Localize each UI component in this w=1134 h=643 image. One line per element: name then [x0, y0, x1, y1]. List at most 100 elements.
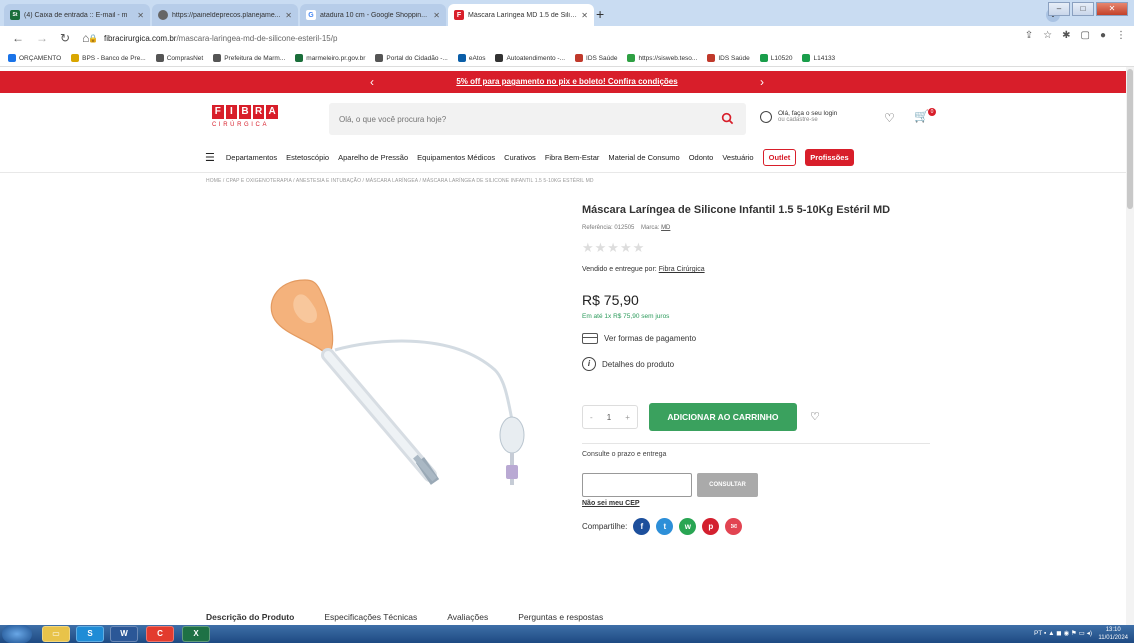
- promo-banner: ‹ 5% off para pagamento no pix e boleto!…: [0, 71, 1134, 93]
- pinterest-icon[interactable]: p: [702, 518, 720, 535]
- favorite-heart-icon[interactable]: ♡: [810, 410, 820, 423]
- bookmark-item[interactable]: marmeleiro.pr.gov.br: [295, 54, 365, 62]
- rating-stars[interactable]: ★★★★★: [582, 240, 645, 256]
- taskbar-explorer-icon[interactable]: ▭: [42, 626, 70, 642]
- wishlist-heart-icon[interactable]: ♡: [884, 111, 895, 125]
- taskbar-word-icon[interactable]: W: [110, 626, 138, 642]
- taskbar-app-s[interactable]: S: [76, 626, 104, 642]
- tab-perguntas[interactable]: Perguntas e respostas: [518, 612, 603, 622]
- close-icon[interactable]: ✕: [433, 11, 440, 20]
- nav-item-aparelho-pressao[interactable]: Aparelho de Pressão: [338, 153, 408, 162]
- product-image[interactable]: [250, 260, 540, 500]
- new-tab-button[interactable]: +: [596, 6, 604, 22]
- scrollbar-thumb[interactable]: [1127, 69, 1133, 209]
- bookmark-item[interactable]: L10520: [759, 54, 793, 62]
- close-icon[interactable]: ✕: [581, 11, 588, 20]
- promo-text[interactable]: 5% off para pagamento no pix e boleto! C…: [456, 77, 677, 86]
- qty-decrease-button[interactable]: -: [590, 413, 593, 422]
- close-icon[interactable]: ✕: [137, 11, 144, 20]
- tab-especificacoes[interactable]: Especificações Técnicas: [324, 612, 417, 622]
- system-tray[interactable]: PT ▪ ▲ ◼ ◉ ⚑ ▭ ◂): [1034, 629, 1092, 637]
- category-nav: ☰ Departamentos Estetoscópio Aparelho de…: [205, 148, 854, 166]
- bookmark-item[interactable]: https://sisweb.teso...: [627, 54, 697, 62]
- close-icon[interactable]: ✕: [285, 11, 292, 20]
- installment-info: Em até 1x R$ 75,90 sem juros: [582, 313, 670, 320]
- bookmark-star-icon[interactable]: ☆: [1043, 30, 1052, 41]
- twitter-icon[interactable]: t: [656, 518, 674, 535]
- bookmark-item[interactable]: IDS Saúde: [575, 54, 617, 62]
- promo-prev-arrow[interactable]: ‹: [370, 71, 374, 93]
- browser-tab-painel[interactable]: https://paineldeprecos.planejame... ✕: [152, 4, 298, 26]
- bookmark-icon: [627, 54, 636, 62]
- profissoes-button[interactable]: Profissões: [805, 148, 854, 166]
- nav-item-curativos[interactable]: Curativos: [504, 153, 536, 162]
- nav-item-material-consumo[interactable]: Material de Consumo: [608, 153, 679, 162]
- site-logo[interactable]: FIBRA CIRÚRGICA: [212, 105, 278, 128]
- taskbar-excel-icon[interactable]: X: [182, 626, 210, 642]
- promo-next-arrow[interactable]: ›: [760, 71, 764, 93]
- forward-icon[interactable]: →: [36, 31, 48, 45]
- whatsapp-icon[interactable]: w: [679, 518, 697, 535]
- bookmark-item[interactable]: Prefeitura de Marm...: [213, 54, 285, 62]
- url-bar[interactable]: 🔒 fibracirurgica.com.br/mascara-laringea…: [88, 30, 988, 47]
- reload-icon[interactable]: ↻: [60, 31, 70, 45]
- facebook-icon[interactable]: f: [633, 518, 651, 535]
- bookmark-icon: [213, 54, 222, 62]
- search-box: [329, 103, 746, 135]
- bookmark-icon: [295, 54, 304, 62]
- minimize-button[interactable]: –: [1048, 2, 1070, 16]
- qty-value[interactable]: 1: [607, 413, 611, 422]
- qty-increase-button[interactable]: +: [625, 413, 630, 422]
- search-icon[interactable]: [721, 112, 734, 125]
- bookmark-item[interactable]: ORÇAMENTO: [8, 54, 61, 62]
- bookmark-item[interactable]: BPS - Banco de Pre...: [71, 54, 146, 62]
- nav-item-estetoscopio[interactable]: Estetoscópio: [286, 153, 329, 162]
- extensions-icon[interactable]: ✱: [1062, 30, 1070, 41]
- tab-avaliacoes[interactable]: Avaliações: [447, 612, 488, 622]
- browser-tab-google[interactable]: G atadura 10 cm - Google Shoppin... ✕: [300, 4, 446, 26]
- outlet-button[interactable]: Outlet: [762, 148, 797, 166]
- nav-item-departamentos[interactable]: Departamentos: [226, 153, 277, 162]
- bookmark-item[interactable]: IDS Saúde: [707, 54, 750, 62]
- hamburger-menu-icon[interactable]: ☰: [205, 151, 215, 164]
- bookmark-label: L10520: [770, 54, 793, 62]
- page-scrollbar[interactable]: [1126, 67, 1134, 627]
- taskbar-chrome-icon[interactable]: C: [146, 626, 174, 642]
- taskbar-clock[interactable]: 13:10 11/01/2024: [1098, 626, 1128, 642]
- product-details-link[interactable]: i Detalhes do produto: [582, 357, 674, 371]
- add-to-cart-button[interactable]: ADICIONAR AO CARRINHO: [649, 403, 797, 431]
- nav-item-equipamentos[interactable]: Equipamentos Médicos: [417, 153, 495, 162]
- maximize-button[interactable]: □: [1072, 2, 1094, 16]
- bookmark-item[interactable]: Portal do Cidadão -...: [375, 54, 448, 62]
- close-window-button[interactable]: ✕: [1096, 2, 1128, 16]
- browser-tab-email[interactable]: St (4) Caixa de entrada :: E-mail - m ✕: [4, 4, 150, 26]
- back-icon[interactable]: ←: [12, 31, 24, 45]
- cart-icon[interactable]: 🛒: [914, 109, 929, 123]
- payment-options-link[interactable]: Ver formas de pagamento: [582, 333, 696, 344]
- sidepanel-icon[interactable]: ▢: [1081, 30, 1090, 41]
- breadcrumb[interactable]: HOME / CPAP E OXIGENOTERAPIA / ANESTESIA…: [206, 178, 594, 184]
- browser-tab-fibra[interactable]: F Máscara Laríngea MD 1.5 de Silic... ✕: [448, 4, 594, 26]
- tab-descricao[interactable]: Descrição do Produto: [206, 612, 294, 622]
- consultar-button[interactable]: CONSULTAR: [697, 473, 758, 497]
- nao-sei-cep-link[interactable]: Não sei meu CEP: [582, 500, 640, 507]
- login-link[interactable]: Olá, faça o seu login ou cadastre-se: [760, 110, 837, 123]
- cep-input[interactable]: [582, 473, 692, 497]
- nav-item-odonto[interactable]: Odonto: [689, 153, 714, 162]
- email-icon[interactable]: ✉: [725, 518, 743, 535]
- lock-icon: 🔒: [88, 34, 98, 43]
- bookmark-item[interactable]: eAtos: [457, 54, 485, 62]
- profile-icon[interactable]: ●: [1100, 30, 1106, 41]
- search-input[interactable]: [329, 103, 709, 135]
- menu-kebab-icon[interactable]: ⋮: [1116, 30, 1126, 41]
- nav-item-vestuario[interactable]: Vestuário: [722, 153, 753, 162]
- brand-link[interactable]: MD: [661, 225, 670, 231]
- bookmark-item[interactable]: L14133: [802, 54, 835, 62]
- nav-item-bem-estar[interactable]: Fibra Bem-Estar: [545, 153, 600, 162]
- start-button[interactable]: [2, 625, 32, 643]
- seller-link[interactable]: Fibra Cirúrgica: [659, 266, 705, 273]
- bookmark-item[interactable]: ComprasNet: [155, 54, 203, 62]
- url-path: /mascara-laringea-md-de-silicone-esteril…: [176, 34, 338, 43]
- share-page-icon[interactable]: ⇪: [1025, 30, 1033, 41]
- bookmark-item[interactable]: Autoatendimento -...: [495, 54, 565, 62]
